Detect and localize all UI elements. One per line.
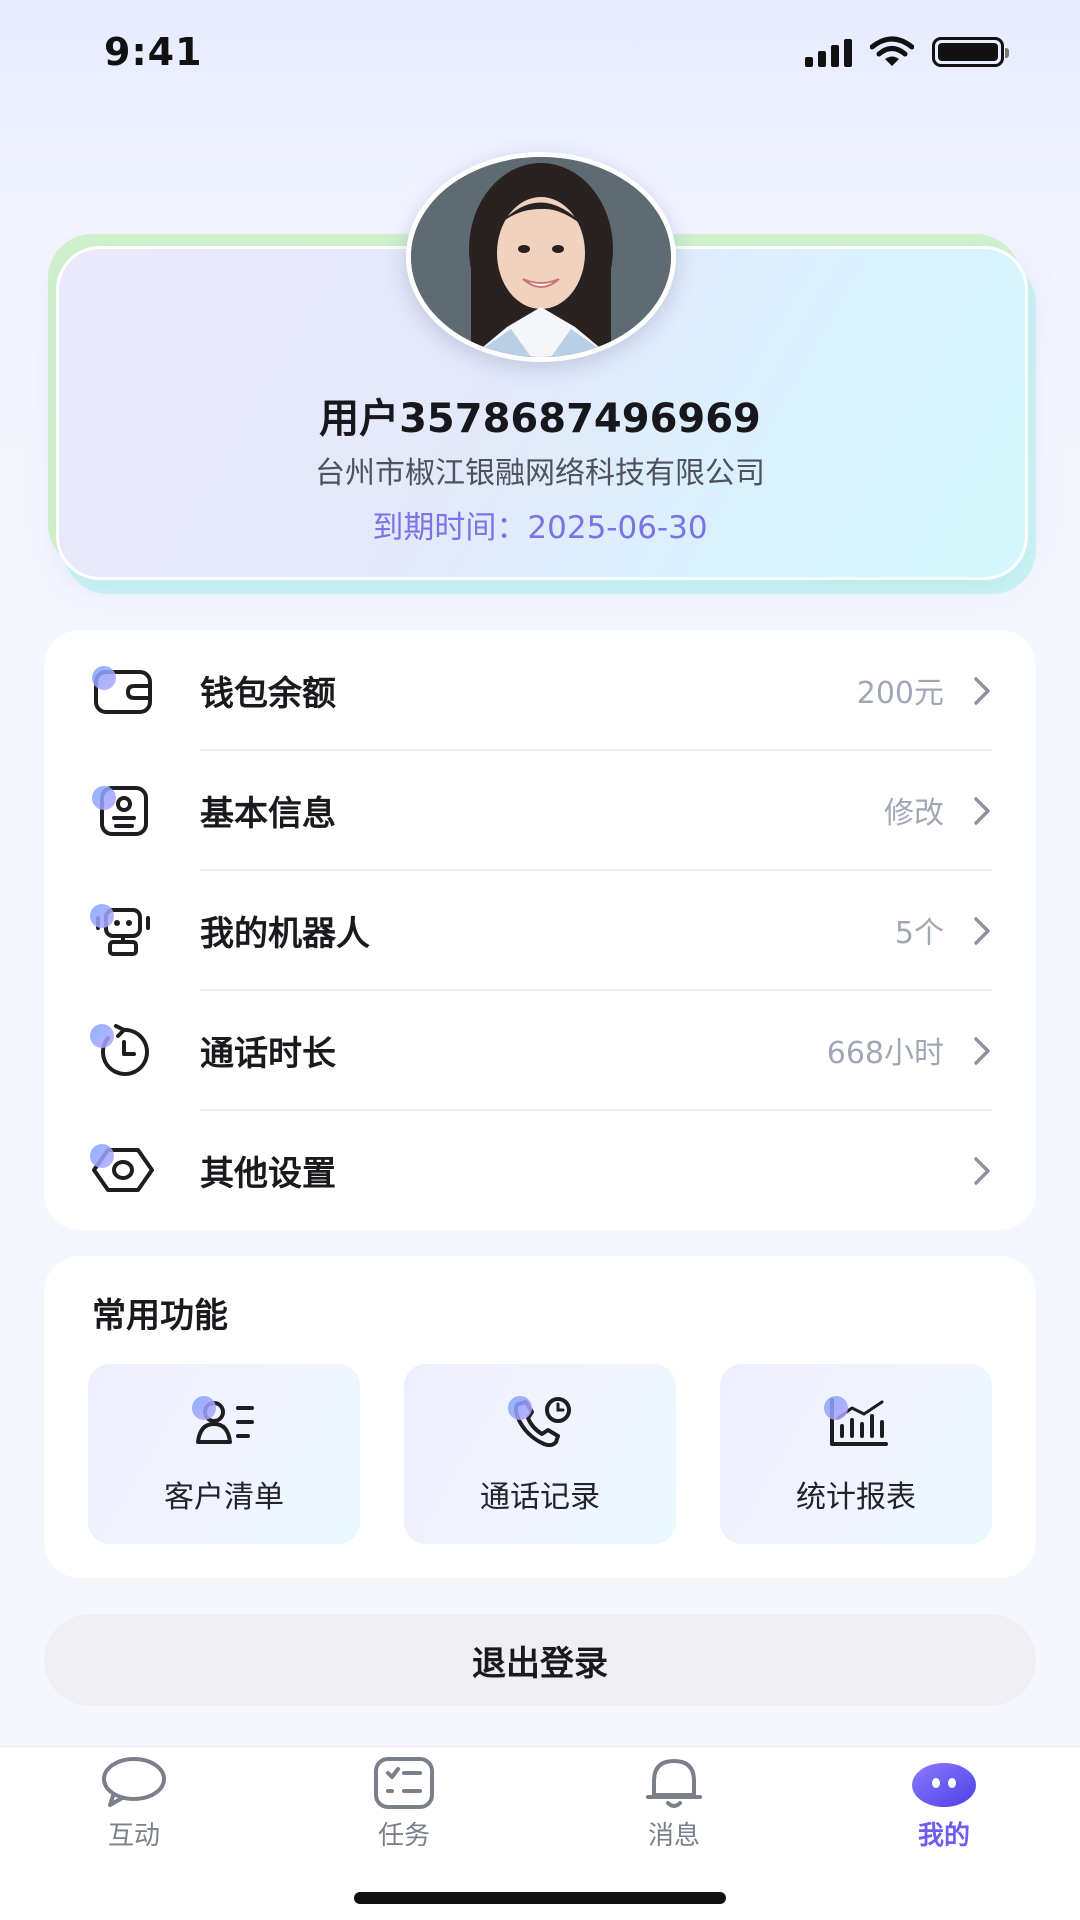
tab-messages[interactable]: 消息	[584, 1755, 764, 1865]
chevron-right-icon	[974, 1157, 990, 1185]
chevron-right-icon	[974, 917, 990, 945]
mine-face-icon	[912, 1763, 976, 1807]
bell-icon	[646, 1759, 702, 1808]
status-time: 9:41	[104, 30, 203, 74]
wifi-icon	[870, 36, 914, 66]
cellular-signal-icon	[805, 37, 852, 67]
task-list-icon	[374, 1757, 434, 1809]
tab-tasks[interactable]: 任务	[314, 1755, 494, 1865]
function-label-customers: 客户清单	[164, 1480, 284, 1515]
menu-label-robots: 我的机器人	[200, 913, 370, 954]
stats-chart-icon	[824, 1394, 890, 1450]
chevron-right-icon	[974, 797, 990, 825]
tab-label: 任务	[377, 1821, 430, 1851]
settings-icon	[90, 1142, 156, 1198]
battery-icon	[932, 37, 1009, 67]
function-customers[interactable]: 客户清单	[88, 1364, 360, 1544]
chevron-right-icon	[974, 1037, 990, 1065]
function-call-log[interactable]: 通话记录	[404, 1364, 676, 1544]
function-statistics[interactable]: 统计报表	[720, 1364, 992, 1544]
function-label-statistics: 统计报表	[796, 1480, 916, 1515]
common-functions: 常用功能 客户清单 通话记录 统计报表	[44, 1256, 1036, 1578]
tab-label: 互动	[107, 1821, 160, 1851]
robot-icon	[90, 902, 156, 958]
menu-label-basic-info: 基本信息	[200, 793, 336, 834]
function-label-call-log: 通话记录	[480, 1480, 600, 1515]
timer-icon	[90, 1022, 156, 1078]
menu-item-wallet[interactable]: 钱包余额 200元	[44, 630, 1036, 750]
tab-label: 消息	[647, 1821, 700, 1851]
logout-button[interactable]: 退出登录	[44, 1614, 1036, 1706]
tab-mine[interactable]: 我的	[854, 1755, 1034, 1865]
section-title: 常用功能	[92, 1296, 228, 1336]
menu-item-robots[interactable]: 我的机器人 5个	[44, 870, 1036, 990]
customers-icon	[192, 1394, 258, 1450]
wallet-balance-value: 200元	[856, 676, 944, 711]
menu-label-wallet: 钱包余额	[200, 673, 336, 714]
menu-label-other-settings: 其他设置	[200, 1153, 336, 1194]
robot-count-value: 5个	[894, 916, 944, 951]
wallet-icon	[90, 662, 156, 718]
call-log-icon	[508, 1394, 574, 1450]
tab-label: 我的	[917, 1821, 970, 1851]
status-icons	[805, 36, 1009, 68]
menu-item-call-duration[interactable]: 通话时长 668小时	[44, 990, 1036, 1110]
menu-label-call-duration: 通话时长	[200, 1033, 336, 1074]
menu-item-other-settings[interactable]: 其他设置	[44, 1110, 1036, 1230]
account-menu: 钱包余额 200元 基本信息 修改 我的机器人 5个 通话时长 668小时 其他…	[44, 630, 1036, 1230]
chat-bubble-icon	[102, 1757, 166, 1807]
company-name: 台州市椒江银融网络科技有限公司	[315, 456, 765, 491]
home-indicator	[354, 1892, 726, 1904]
call-duration-value: 668小时	[826, 1036, 944, 1071]
expiry-date: 到期时间：2025-06-30	[372, 510, 708, 546]
avatar-photo	[411, 157, 671, 357]
menu-item-basic-info[interactable]: 基本信息 修改	[44, 750, 1036, 870]
chevron-right-icon	[974, 677, 990, 705]
basic-info-value: 修改	[884, 796, 944, 831]
avatar[interactable]	[406, 152, 676, 362]
status-bar: 9:41	[0, 0, 1080, 110]
id-card-icon	[90, 782, 156, 838]
tab-interaction[interactable]: 互动	[44, 1755, 224, 1865]
username: 用户3578687496969	[319, 396, 761, 442]
